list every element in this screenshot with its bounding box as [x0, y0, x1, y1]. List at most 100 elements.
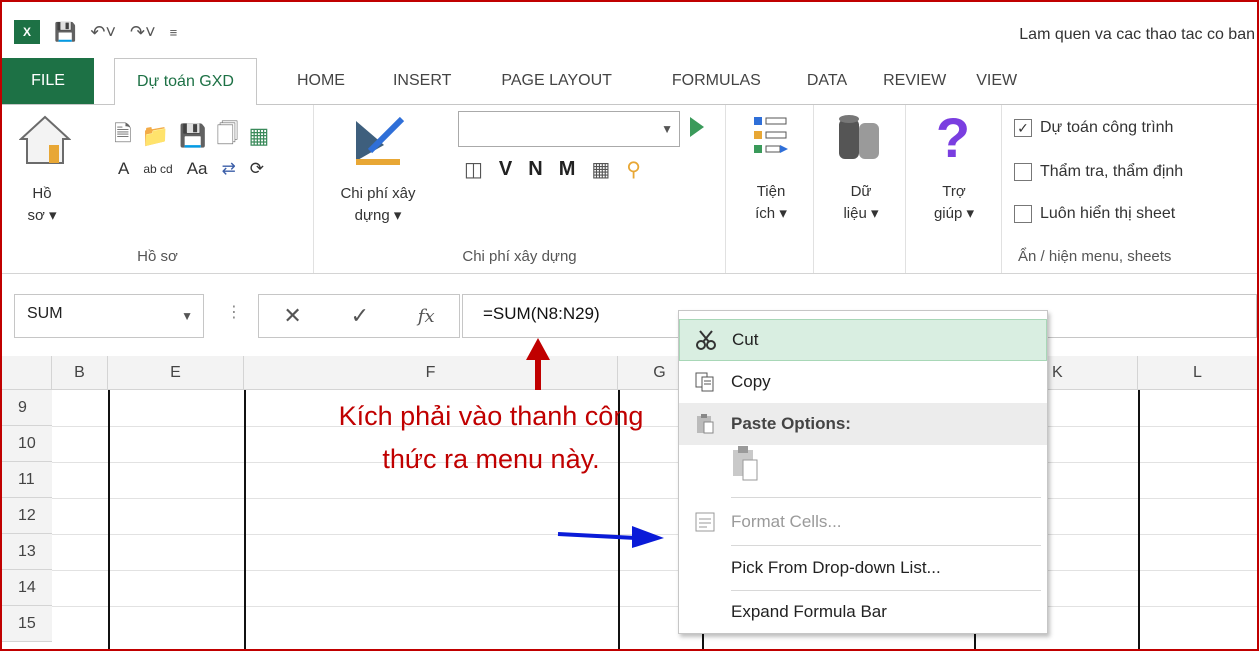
group-tien-ich: Tiện ích ▾ — [726, 105, 814, 273]
column-header-b[interactable]: B — [52, 356, 108, 390]
tro-giup-button[interactable]: Trợ giúp ▾ — [924, 181, 984, 225]
chi-phi-xay-dung-button[interactable]: Chi phí xây dựng ▾ — [324, 183, 432, 227]
tab-page-layout[interactable]: PAGE LAYOUT — [473, 58, 634, 104]
insert-function-icon[interactable]: fx — [418, 306, 435, 327]
menu-item-expand-formula-bar[interactable]: Expand Formula Bar — [679, 591, 1047, 633]
checkbox-luon-hien-thi-sheet[interactable]: Luôn hiển thị sheet — [1014, 205, 1175, 223]
ribbon-tabs: FILE Dự toán GXD HOME INSERT PAGE LAYOUT… — [2, 58, 1257, 105]
tab-insert[interactable]: INSERT — [367, 58, 473, 104]
checkbox-checked-icon[interactable]: ✓ — [1014, 119, 1032, 137]
copy-sheet-icon[interactable]: 🗍 — [217, 117, 239, 155]
chevron-down-icon[interactable]: ▼ — [181, 309, 193, 323]
menu-item-format-cells[interactable]: Format Cells... — [679, 501, 1047, 543]
new-file-icon[interactable]: 🗎 — [114, 117, 132, 155]
group-ho-so: Hồ sơ ▾ 🗎 📁 💾 🗍 ▦ A ab cd Aa ⇄ ⟳ Hồ sơ — [2, 105, 314, 273]
menu-item-label: Paste Options: — [731, 414, 851, 433]
select-all-corner[interactable] — [2, 356, 52, 390]
row-header-15[interactable]: 15 — [2, 606, 52, 642]
cell-border — [108, 390, 110, 649]
tien-ich-button[interactable]: Tiện ích ▾ — [746, 181, 796, 225]
formula-bar: SUM ▼ ⋮ ✕ ✓ fx =SUM(N8:N29) — [2, 274, 1257, 356]
tab-view[interactable]: VIEW — [968, 58, 1039, 104]
menu-item-label: Pick From Drop-down List... — [731, 558, 941, 577]
save-icon[interactable]: 💾 — [54, 22, 76, 43]
cell-border — [1138, 390, 1140, 649]
search-data-icon[interactable]: ⚲ — [626, 157, 641, 182]
cost-tools-row: ◫ V N M ▦ ⚲ — [464, 157, 641, 182]
utilities-icon[interactable] — [750, 113, 790, 163]
row-header-12[interactable]: 12 — [2, 498, 52, 534]
database-icon[interactable] — [836, 113, 882, 163]
m-button[interactable]: M — [559, 158, 576, 181]
column-header-f[interactable]: F — [244, 356, 618, 390]
chevron-down-icon: ▼ — [661, 122, 673, 136]
menu-item-pick-from-dropdown[interactable]: Pick From Drop-down List... — [679, 547, 1047, 589]
construction-cost-icon[interactable] — [348, 113, 408, 169]
name-box[interactable]: SUM ▼ — [14, 294, 204, 338]
tab-du-toan-gxd[interactable]: Dự toán GXD — [114, 58, 257, 105]
gridline — [52, 606, 1257, 607]
menu-separator — [731, 497, 1041, 498]
format-cells-icon — [679, 512, 731, 532]
excel-logo-icon: X — [14, 20, 40, 44]
checkbox-icon[interactable] — [1014, 205, 1032, 223]
table-icon[interactable]: ◫ — [464, 157, 483, 182]
play-icon[interactable] — [690, 117, 704, 137]
redo-icon[interactable]: ↷˅ — [130, 22, 156, 43]
checkbox-icon[interactable] — [1014, 163, 1032, 181]
save-file-icon[interactable]: 💾 — [179, 123, 206, 149]
formula-buttons: ✕ ✓ fx — [258, 294, 460, 338]
checkbox-label: Thẩm tra, thẩm định — [1040, 163, 1184, 180]
cancel-icon[interactable]: ✕ — [283, 303, 301, 329]
copy-icon — [679, 371, 731, 393]
v-button[interactable]: V — [499, 158, 512, 181]
cost-combo-box[interactable]: ▼ — [458, 111, 680, 147]
checkbox-du-toan-cong-trinh[interactable]: ✓ Dự toán công trình — [1014, 119, 1173, 137]
du-lieu-button[interactable]: Dữ liệu ▾ — [834, 181, 888, 225]
help-question-icon[interactable]: ? — [928, 106, 978, 169]
text-tools-row: A ab cd Aa ⇄ ⟳ — [118, 159, 264, 179]
group-du-lieu: Dữ liệu ▾ — [814, 105, 906, 273]
tab-review[interactable]: REVIEW — [869, 58, 968, 104]
blue-arrow-icon — [556, 524, 666, 554]
menu-item-copy[interactable]: Copy — [679, 361, 1047, 403]
column-header-e[interactable]: E — [108, 356, 244, 390]
paste-clipboard-icon[interactable] — [731, 445, 761, 487]
row-header-13[interactable]: 13 — [2, 534, 52, 570]
customize-qat-icon[interactable]: ≡ — [170, 25, 178, 40]
undo-icon[interactable]: ↶˅ — [90, 22, 116, 43]
tab-data[interactable]: DATA — [783, 58, 869, 104]
column-header-l[interactable]: L — [1138, 356, 1257, 390]
file-tools-row: 🗎 📁 💾 🗍 ▦ — [114, 117, 269, 155]
window-title: Lam quen va cac thao tac co ban — [1019, 26, 1255, 43]
cell-border — [244, 390, 246, 649]
row-header-10[interactable]: 10 — [2, 426, 52, 462]
group-caption-an-hien: Ẩn / hiện menu, sheets — [1018, 248, 1172, 265]
tab-home[interactable]: HOME — [257, 58, 367, 104]
ab-cd-icon[interactable]: ab cd — [143, 162, 172, 176]
row-header-11[interactable]: 11 — [2, 462, 52, 498]
refresh-icon[interactable]: ⟳ — [250, 159, 264, 179]
name-box-value: SUM — [27, 305, 63, 322]
open-folder-icon[interactable]: 📁 — [142, 123, 169, 149]
menu-item-label: Cut — [732, 330, 759, 349]
convert-text-icon[interactable]: ⇄ — [222, 159, 236, 179]
chart-icon[interactable]: ▦ — [591, 157, 610, 182]
tab-file[interactable]: FILE — [2, 58, 94, 104]
scissors-icon — [680, 329, 732, 351]
home-icon[interactable] — [18, 113, 72, 167]
tab-formulas[interactable]: FORMULAS — [634, 58, 783, 104]
change-case-icon[interactable]: Aa — [187, 159, 208, 179]
formula-bar-grip[interactable]: ⋮ — [226, 302, 242, 322]
checkbox-label: Luôn hiển thị sheet — [1040, 205, 1176, 222]
sheet-settings-icon[interactable]: ▦ — [249, 123, 270, 149]
row-header-9[interactable]: 9 — [2, 390, 52, 426]
n-button[interactable]: N — [528, 158, 542, 181]
ho-so-button[interactable]: Hồ sơ ▾ — [22, 183, 62, 227]
menu-item-cut[interactable]: Cut — [679, 319, 1047, 361]
context-menu: Cut Copy Paste Options: Format Cells... … — [678, 310, 1048, 634]
enter-check-icon[interactable]: ✓ — [351, 303, 369, 329]
checkbox-tham-tra-tham-dinh[interactable]: Thẩm tra, thẩm định — [1014, 163, 1183, 181]
font-a-icon[interactable]: A — [118, 159, 129, 179]
row-header-14[interactable]: 14 — [2, 570, 52, 606]
